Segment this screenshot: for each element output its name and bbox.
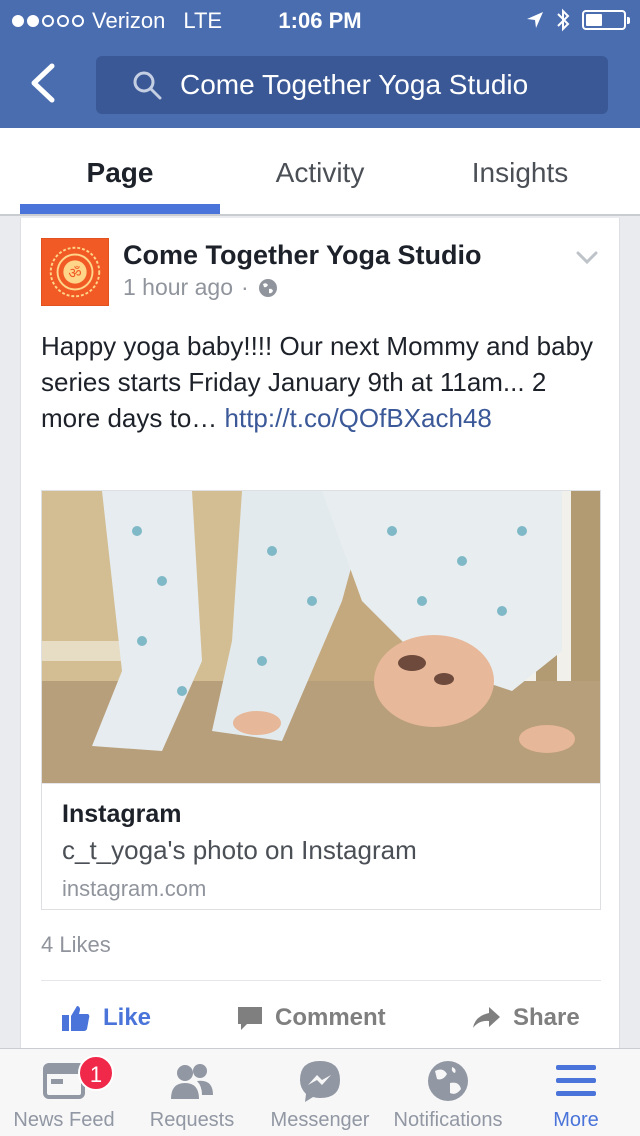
friend-requests-icon <box>171 1064 213 1099</box>
share-label: Share <box>513 1004 580 1031</box>
location-arrow-icon <box>527 12 543 28</box>
bluetooth-icon <box>557 8 570 32</box>
search-icon <box>133 71 162 100</box>
globe-icon <box>428 1061 468 1101</box>
tab-notifications[interactable]: Notifications <box>384 1049 512 1136</box>
chevron-down-icon[interactable] <box>575 250 599 266</box>
tab-label-requests: Requests <box>149 1109 235 1131</box>
tab-insights[interactable]: Insights <box>420 128 620 216</box>
meta-separator: · <box>240 274 249 300</box>
tab-messenger[interactable]: Messenger <box>256 1049 384 1136</box>
attachment-info: Instagram c_t_yoga's photo on Instagram … <box>42 783 600 909</box>
like-label: Like <box>103 1004 152 1031</box>
likes-count[interactable]: 4 Likes <box>41 932 111 958</box>
post-author[interactable]: Come Together Yoga Studio <box>123 240 482 271</box>
attachment-description: c_t_yoga's photo on Instagram <box>62 835 417 865</box>
share-arrow-icon <box>473 1007 500 1028</box>
app-header: Verizon LTE 1:06 PM Come Together Yoga S… <box>0 0 640 128</box>
post-time[interactable]: 1 hour ago <box>123 274 233 301</box>
battery-icon <box>582 10 630 30</box>
svg-text:ॐ: ॐ <box>68 265 81 282</box>
back-arrow-icon[interactable] <box>22 60 68 106</box>
tab-label-more: More <box>553 1109 599 1131</box>
tab-label-messenger: Messenger <box>270 1109 370 1131</box>
post-text: Happy yoga baby!!!! Our next Mommy and b… <box>41 328 601 436</box>
post-link[interactable]: http://t.co/QOfBXach48 <box>225 403 492 433</box>
tab-page[interactable]: Page <box>20 128 220 216</box>
tab-requests[interactable]: Requests <box>128 1049 256 1136</box>
tab-news-feed[interactable]: 1 News Feed <box>0 1049 128 1136</box>
bottom-tab-bar: 1 News Feed Requests Messenger Notificat… <box>0 1048 640 1136</box>
link-attachment[interactable]: Instagram c_t_yoga's photo on Instagram … <box>41 490 601 910</box>
page-tabs: Page Activity Insights <box>0 128 640 216</box>
status-bar: Verizon LTE 1:06 PM <box>0 0 640 40</box>
tab-activity[interactable]: Activity <box>220 128 420 216</box>
tab-label-notifications: Notifications <box>393 1109 503 1131</box>
attachment-photo[interactable] <box>42 491 600 783</box>
search-query: Come Together Yoga Studio <box>180 69 529 100</box>
attachment-title: Instagram <box>62 800 182 828</box>
comment-icon <box>238 1007 262 1030</box>
active-tab-indicator <box>20 204 220 214</box>
tab-more[interactable]: More <box>512 1049 640 1136</box>
messenger-icon <box>300 1061 340 1102</box>
share-button[interactable]: Share <box>471 1004 580 1032</box>
comment-button[interactable]: Comment <box>237 1004 386 1032</box>
thumbs-up-icon <box>62 1006 90 1031</box>
actions-divider <box>41 980 601 981</box>
post-meta: 1 hour ago · <box>123 274 279 301</box>
public-globe-icon <box>258 278 277 297</box>
comment-label: Comment <box>275 1004 386 1031</box>
post-card: ॐ Come Together Yoga Studio 1 hour ago ·… <box>20 218 620 1048</box>
menu-icon <box>556 1065 596 1096</box>
news-feed-badge: 1 <box>78 1055 114 1091</box>
tab-label-news-feed: News Feed <box>13 1109 115 1131</box>
attachment-domain: instagram.com <box>62 876 207 901</box>
like-button[interactable]: Like <box>61 1004 151 1032</box>
baby-photo-image <box>42 491 600 783</box>
page-avatar[interactable]: ॐ <box>41 238 109 306</box>
search-bar[interactable]: Come Together Yoga Studio <box>96 56 608 114</box>
